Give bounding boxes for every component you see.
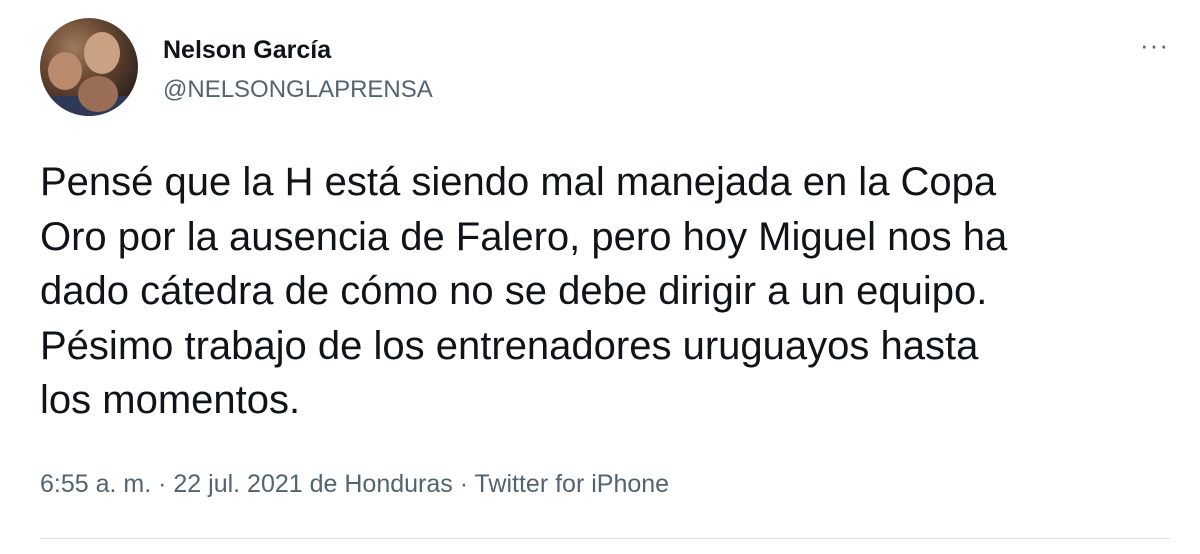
avatar-photo-detail (48, 52, 82, 90)
tweet-text-line: dado cátedra de cómo no se debe dirigir … (40, 269, 988, 313)
avatar-photo-detail (84, 32, 120, 74)
author-name[interactable]: Nelson García (163, 36, 331, 65)
avatar[interactable] (40, 18, 138, 116)
tweet-text-line: Pensé que la H está siendo mal manejada … (40, 160, 997, 204)
tweet-text-line: los momentos. (40, 378, 301, 422)
tweet-timestamp-source[interactable]: 6:55 a. m. · 22 jul. 2021 de Honduras · … (40, 470, 669, 499)
avatar-photo-detail (78, 76, 118, 112)
author-handle[interactable]: @NELSONGLAPRENSA (163, 76, 433, 104)
tweet-text-line: Pésimo trabajo de los entrenadores urugu… (40, 323, 979, 368)
tweet-text: Pensé que la H está siendo mal manejada … (40, 155, 1180, 428)
divider (40, 538, 1170, 539)
tweet-card: Nelson García @NELSONGLAPRENSA ··· Pensé… (0, 0, 1200, 554)
more-options-icon[interactable]: ··· (1140, 30, 1169, 61)
tweet-text-line: Oro por la ausencia de Falero, pero hoy … (40, 214, 1008, 259)
